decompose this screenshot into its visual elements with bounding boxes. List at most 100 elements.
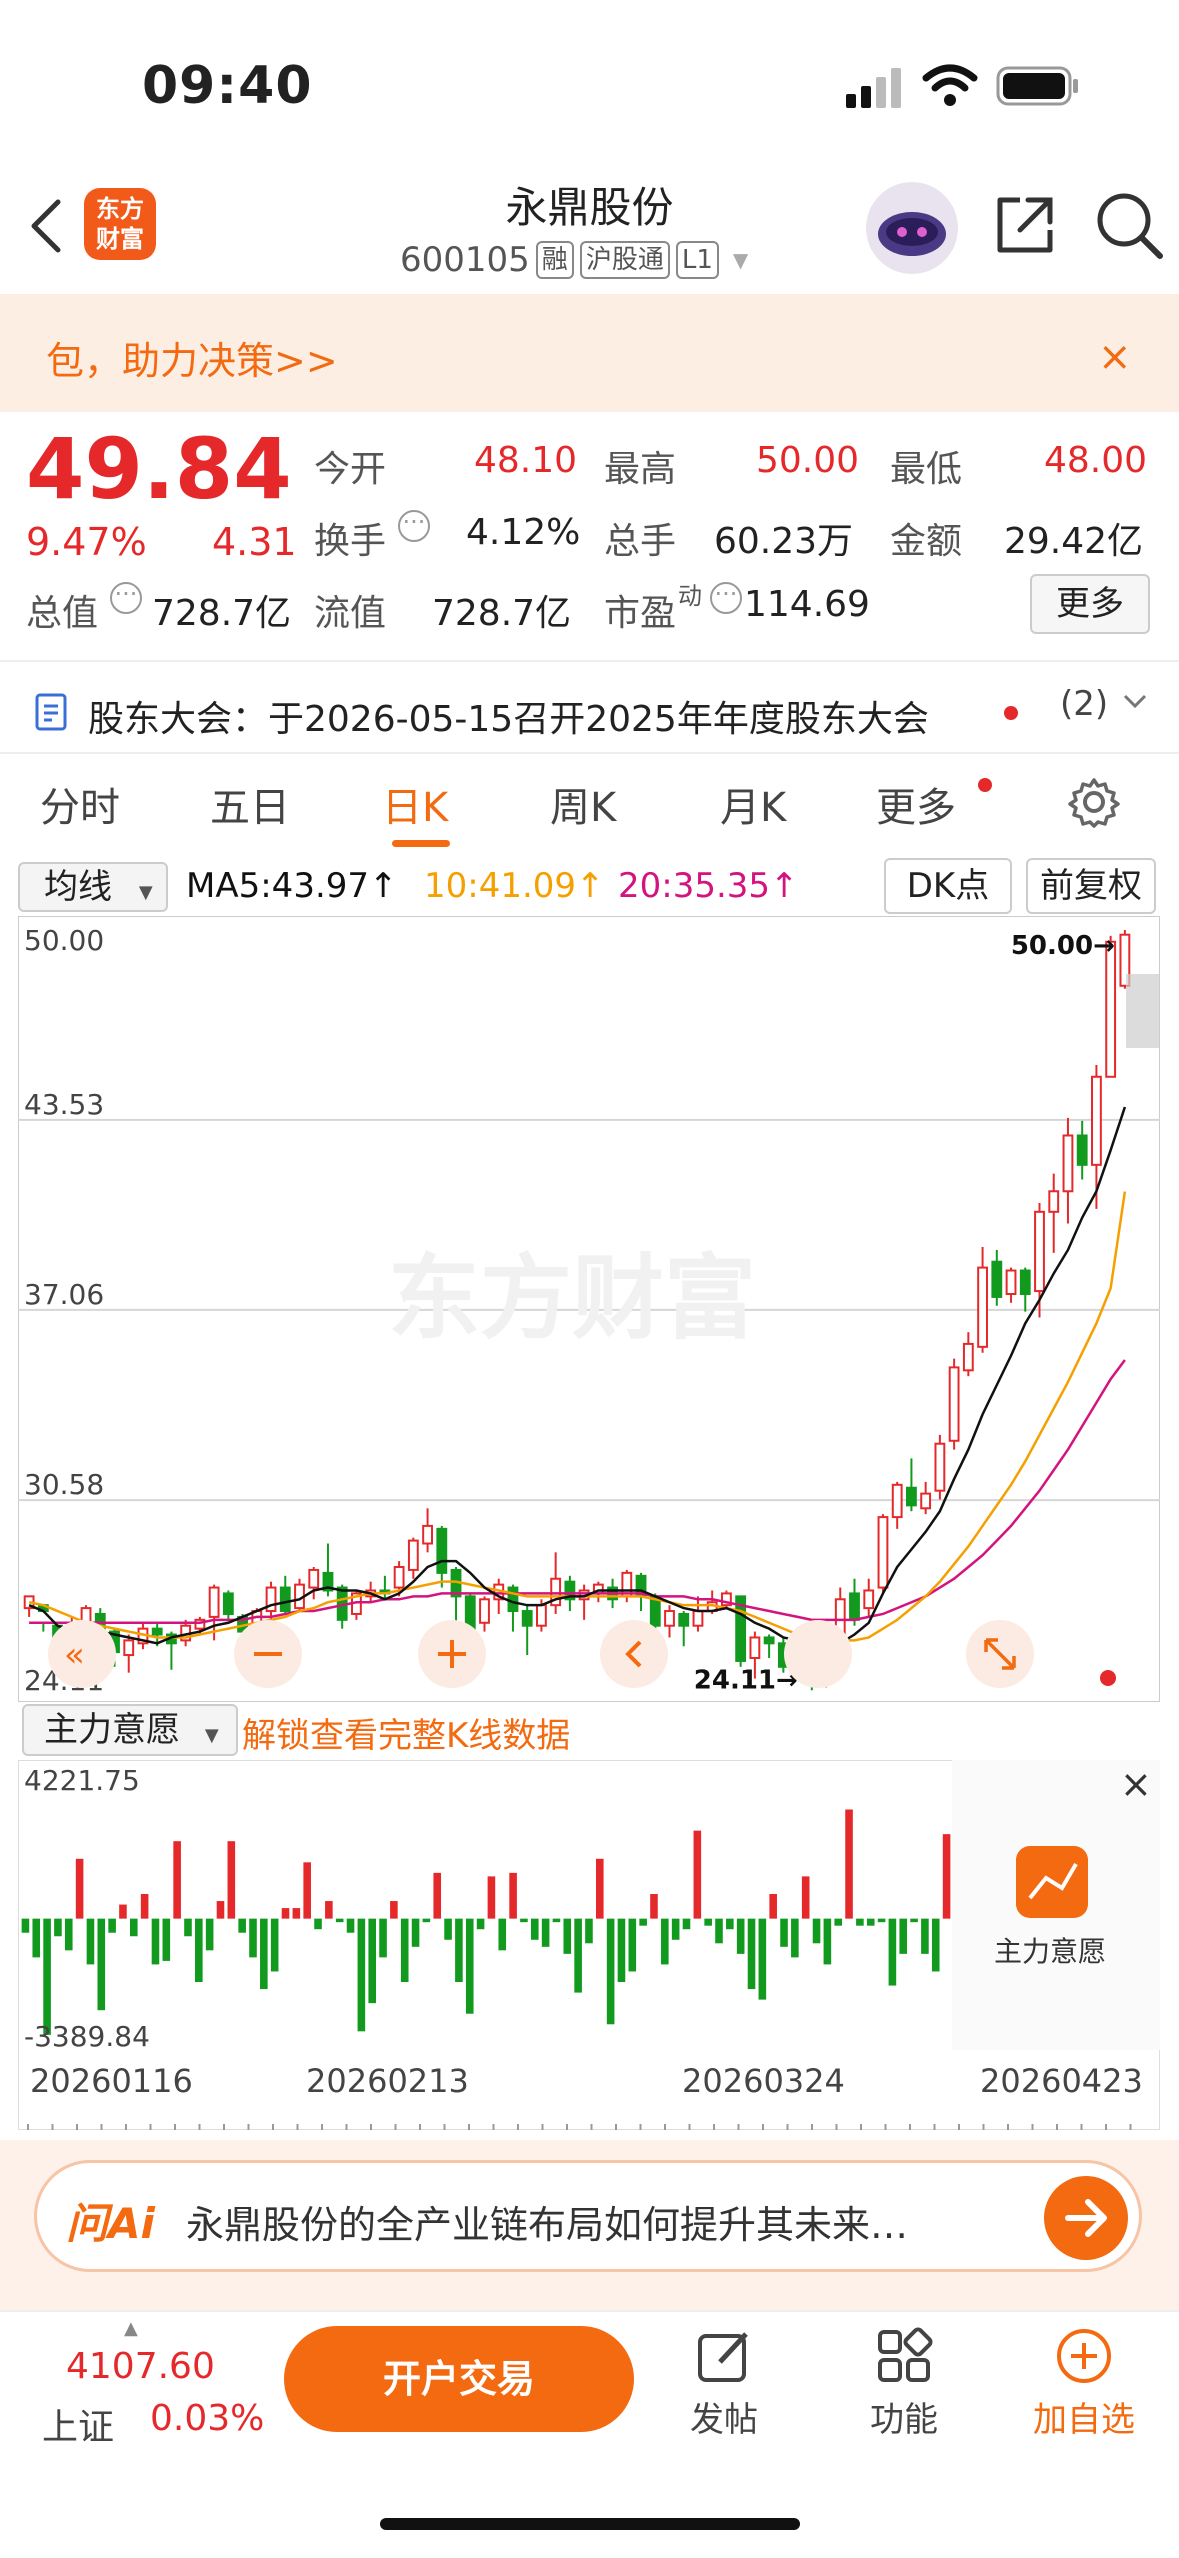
index-name: 上证 [42, 2407, 115, 2448]
force-bar [877, 1918, 886, 1923]
tab-intraday[interactable]: 分时 [40, 775, 120, 833]
open-value: 48.10 [474, 440, 578, 481]
features-button[interactable]: 功能 [844, 2320, 964, 2441]
candle-body [664, 1610, 675, 1627]
dk-point-button[interactable]: DK点 [884, 858, 1012, 914]
force-bar [791, 1918, 799, 1958]
candle-body [1005, 1269, 1017, 1296]
caret-down-icon: ▼ [138, 882, 153, 903]
ai-logo: 问Ai [66, 2199, 155, 2248]
force-bar [606, 1918, 615, 2025]
tag-margin: 融 [535, 241, 574, 279]
force-bar [64, 1918, 73, 1951]
y-tick-label: 43.53 [24, 1088, 104, 1121]
tab-weekly-k[interactable]: 周K [550, 775, 616, 833]
post-button[interactable]: 发帖 [664, 2320, 784, 2441]
volume-value: 60.23万 [714, 521, 854, 562]
candle-body [1062, 1134, 1074, 1193]
force-bar [97, 1918, 106, 2011]
high-value: 50.00 [756, 440, 860, 481]
open-trade-button[interactable]: 开户交易 [284, 2326, 634, 2432]
candle-body [863, 1589, 875, 1610]
force-bar [899, 1918, 908, 1954]
turnover-label: 换手 [314, 521, 387, 562]
more-button[interactable]: 更多 [1030, 574, 1150, 634]
candle-body [749, 1636, 761, 1660]
force-bar [650, 1893, 658, 1919]
force-bar [595, 1858, 604, 1919]
force-bar [812, 1918, 821, 1944]
kline-chart[interactable]: 东方财富 50.0043.5337.0630.5824.1150.00→24.1… [18, 916, 1160, 1702]
notice-text[interactable]: 股东大会：于2026-05-15召开2025年年度股东大会 [88, 690, 929, 742]
force-bar [921, 1918, 929, 1954]
force-bar [834, 1918, 843, 1926]
add-watchlist-button[interactable]: 加自选 [1024, 2320, 1144, 2441]
force-bar [140, 1893, 149, 1919]
candle-body [521, 1610, 533, 1627]
force-bar [520, 1918, 528, 1923]
force-bar [931, 1918, 940, 1972]
force-bar [433, 1872, 442, 1919]
promo-banner-text[interactable]: 包，助力决策>> [46, 330, 338, 385]
info-icon[interactable]: ··· [110, 582, 142, 614]
settings-gear-icon[interactable] [1068, 776, 1120, 832]
candle-body [678, 1612, 690, 1627]
ma-selector[interactable]: 均线 ▼ [18, 862, 168, 912]
info-icon[interactable]: ··· [398, 510, 430, 542]
force-bar [704, 1918, 712, 1926]
panel-label: 主力意愿 [994, 1935, 1107, 1968]
force-bar [530, 1918, 539, 1940]
force-bar [487, 1876, 496, 1919]
notice-count[interactable]: (2) [1060, 684, 1108, 724]
search-icon[interactable] [1094, 190, 1164, 264]
force-bar [129, 1918, 138, 1937]
close-icon[interactable]: × [1120, 1762, 1152, 1806]
chevron-down-icon[interactable] [1122, 692, 1148, 716]
post-label: 发帖 [690, 2400, 758, 2440]
ai-prompt-text[interactable]: 永鼎股份的全产业链布局如何提升其未来… [186, 2194, 908, 2249]
close-icon[interactable]: × [1098, 334, 1132, 380]
y-max-label: 4221.75 [24, 1764, 140, 1797]
tag-connect: 沪股通 [579, 241, 670, 279]
candle-body [692, 1610, 704, 1627]
next-button[interactable] [784, 1620, 852, 1688]
info-icon[interactable]: ··· [710, 582, 742, 614]
current-price: 49.84 [26, 420, 292, 518]
force-bar [617, 1918, 626, 1983]
tab-more[interactable]: 更多 [876, 775, 956, 833]
force-bar [509, 1872, 517, 1919]
force-bar [314, 1918, 322, 1930]
ma5-value: MA5:43.97↑ [186, 866, 398, 906]
force-bar [455, 1918, 463, 1983]
indicator-selector[interactable]: 主力意愿 ▼ [22, 1704, 238, 1756]
tab-more-dot [978, 778, 992, 792]
chevron-down-icon[interactable]: ▼ [733, 248, 748, 272]
up-triangle-icon: ▲ [124, 2318, 138, 2339]
tab-five-day[interactable]: 五日 [210, 775, 290, 833]
candle-body [991, 1260, 1003, 1298]
tab-daily-k[interactable]: 日K [382, 775, 448, 833]
force-bar [661, 1918, 669, 1965]
volume-label: 总手 [604, 521, 677, 562]
force-bar [444, 1918, 452, 1940]
candle-body [151, 1627, 163, 1636]
candle-body [1076, 1134, 1088, 1166]
candle-body [422, 1524, 433, 1545]
force-bar [758, 1918, 767, 2000]
low-label: 最低 [890, 449, 963, 490]
force-bar [552, 1918, 561, 1923]
force-bar [151, 1918, 160, 1965]
assistant-avatar[interactable] [866, 182, 958, 274]
ai-send-button[interactable] [1044, 2176, 1128, 2260]
prev-button[interactable] [600, 1620, 668, 1688]
tab-monthly-k[interactable]: 月K [720, 775, 786, 833]
signal-dot [1100, 1670, 1116, 1686]
force-bar [628, 1918, 637, 1972]
candle-body [1048, 1190, 1060, 1213]
amount-label: 金额 [890, 521, 963, 562]
adjust-button[interactable]: 前复权 [1026, 858, 1156, 914]
unlock-link[interactable]: 解锁查看完整K线数据 [242, 1708, 570, 1757]
force-bar [357, 1918, 366, 2032]
ma-selector-label: 均线 [44, 867, 112, 907]
share-icon[interactable] [992, 192, 1058, 262]
